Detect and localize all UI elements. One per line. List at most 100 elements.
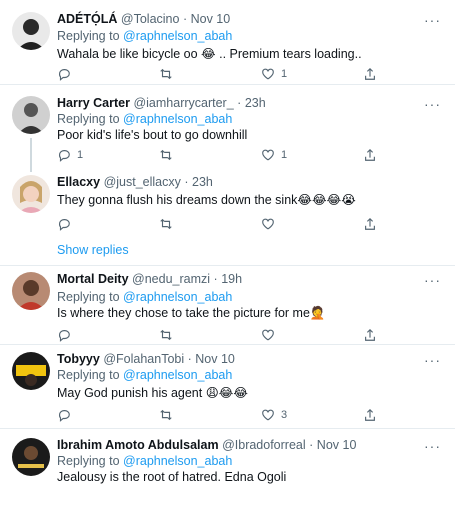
retweet-icon [160,409,172,421]
more-options-icon[interactable]: ··· [424,438,441,454]
reply-button[interactable] [57,328,71,342]
reply-icon [58,150,70,162]
like-button[interactable] [261,217,275,231]
share-button[interactable] [363,328,377,342]
share-icon [365,408,375,421]
divider [0,84,455,85]
timestamp[interactable]: 23h [192,175,213,189]
more-options-icon[interactable]: ··· [424,352,441,368]
retweet-button[interactable] [159,328,173,342]
timestamp[interactable]: Nov 10 [195,352,235,366]
reply-icon [58,410,70,422]
avatar[interactable] [12,96,50,134]
replying-to: Replying to @raphnelson_abah [57,368,232,382]
heart-icon [262,329,274,341]
retweet-icon [160,149,172,161]
show-replies-link[interactable]: Show replies [57,243,129,257]
like-button[interactable]: 1 [261,148,287,162]
display-name[interactable]: Ellacxy [57,175,100,189]
timestamp[interactable]: Nov 10 [191,12,231,26]
retweet-button[interactable] [159,408,173,422]
avatar[interactable] [12,175,50,213]
reply-button[interactable] [57,67,77,81]
user-handle[interactable]: @Tolacino [121,12,180,26]
replying-to-label: Replying to [57,290,124,304]
share-button[interactable] [363,217,377,231]
divider [0,428,455,429]
mention-link[interactable]: @raphnelson_abah [123,29,232,43]
tweet-text: May God punish his agent 😩😂😂 [57,386,248,400]
separator-dot: · [182,12,188,26]
display-name[interactable]: Mortal Deity [57,272,129,286]
more-options-icon[interactable]: ··· [424,272,441,288]
user-handle[interactable]: @just_ellacxy [104,175,181,189]
share-button[interactable] [363,148,377,162]
reply-button[interactable]: 1 [57,148,83,162]
timestamp[interactable]: 19h [221,272,242,286]
tweet-text: Jealousy is the root of hatred. Edna Ogo… [57,470,287,484]
share-icon [365,148,375,161]
heart-icon [262,68,274,80]
display-name[interactable]: Harry Carter [57,96,130,110]
action-bar: 1 1 [57,148,377,164]
retweet-button[interactable] [159,148,179,162]
share-button[interactable] [363,408,377,422]
reply-icon [58,69,70,81]
like-count: 3 [281,409,288,421]
action-bar: 3 [57,408,377,424]
tweet-header: Harry Carter @iamharrycarter_ · 23h [57,96,266,110]
heart-icon [262,149,274,161]
display-name[interactable]: Ibrahim Amoto Abdulsalam [57,438,219,452]
tweet-text: Poor kid's life's bout to go downhill [57,128,248,142]
avatar[interactable] [12,272,50,310]
retweet-button[interactable] [159,217,173,231]
more-options-icon[interactable]: ··· [424,12,441,28]
share-button[interactable] [363,67,377,81]
replying-to-label: Replying to [57,454,124,468]
tweet-header: Tobyyy @FolahanTobi · Nov 10 [57,352,235,366]
like-button[interactable]: 1 [261,67,287,81]
divider [0,265,455,266]
mention-link[interactable]: @raphnelson_abah [123,112,232,126]
like-button[interactable] [261,328,275,342]
reply-icon [58,330,70,342]
share-icon [365,217,375,230]
retweet-icon [160,68,172,80]
replying-to-label: Replying to [57,29,124,43]
avatar[interactable] [12,352,50,390]
avatar[interactable] [12,12,50,50]
tweet-text: Is where they chose to take the picture … [57,306,326,320]
display-name[interactable]: Tobyyy [57,352,100,366]
mention-link[interactable]: @raphnelson_abah [123,290,232,304]
reply-icon [58,219,70,231]
replying-to: Replying to @raphnelson_abah [57,454,232,468]
tweet-header: ADÉTỌ́LÁ @Tolacino · Nov 10 [57,12,230,26]
user-handle[interactable]: @nedu_ramzi [132,272,210,286]
tweet-header: Ibrahim Amoto Abdulsalam @Ibradoforreal … [57,438,356,452]
tweet-header: Mortal Deity @nedu_ramzi · 19h [57,272,242,286]
user-handle[interactable]: @Ibradoforreal [222,438,306,452]
like-count: 1 [281,149,288,161]
replying-to: Replying to @raphnelson_abah [57,112,232,126]
tweet-header: Ellacxy @just_ellacxy · 23h [57,175,213,189]
avatar[interactable] [12,438,50,476]
replying-to: Replying to @raphnelson_abah [57,29,232,43]
like-button[interactable]: 3 [261,408,287,422]
more-options-icon[interactable]: ··· [424,96,441,112]
mention-link[interactable]: @raphnelson_abah [123,454,232,468]
tweet-text: Wahala be like bicycle oo 😂 .. Premium t… [57,47,362,61]
action-bar [57,217,377,233]
display-name[interactable]: ADÉTỌ́LÁ [57,12,117,26]
divider [0,344,455,345]
separator-dot: · [184,175,189,189]
mention-link[interactable]: @raphnelson_abah [123,368,232,382]
retweet-button[interactable] [159,67,179,81]
retweet-icon [160,329,172,341]
timestamp[interactable]: Nov 10 [317,438,357,452]
tweet-text: They gonna flush his dreams down the sin… [57,193,356,207]
user-handle[interactable]: @iamharrycarter_ [133,96,233,110]
reply-button[interactable] [57,217,71,231]
user-handle[interactable]: @FolahanTobi [103,352,184,366]
timestamp[interactable]: 23h [245,96,266,110]
reply-button[interactable] [57,408,71,422]
